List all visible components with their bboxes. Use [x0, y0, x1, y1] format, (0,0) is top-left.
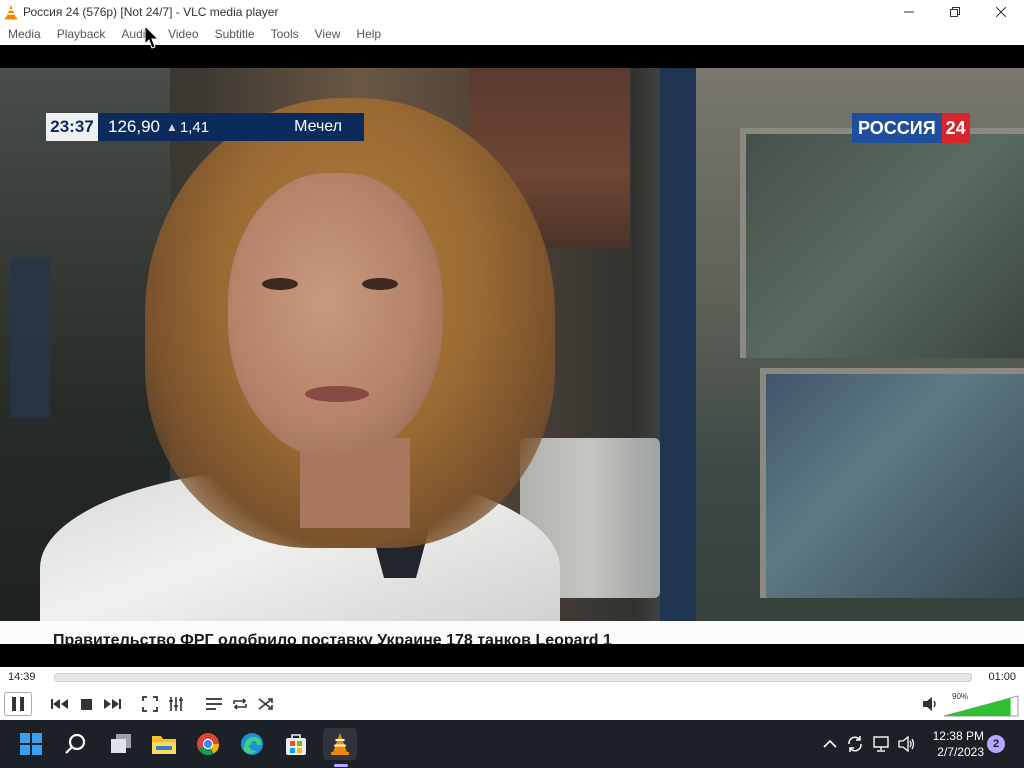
vlc-taskbar-button[interactable] [323, 728, 357, 760]
microsoft-store-button[interactable] [279, 728, 313, 760]
playlist-button[interactable] [202, 692, 226, 716]
search-icon [65, 733, 86, 754]
clock-time: 12:38 PM [932, 729, 984, 743]
volume-tray-button[interactable] [897, 734, 917, 754]
fullscreen-icon [142, 696, 158, 712]
extended-settings-icon [169, 697, 183, 711]
loop-button[interactable] [228, 692, 252, 716]
extended-settings-button[interactable] [164, 692, 188, 716]
close-icon [996, 6, 1006, 17]
menu-video[interactable]: Video [160, 27, 206, 41]
clock-date: 2/7/2023 [937, 745, 984, 759]
ticker-change: 1,41 [179, 118, 210, 136]
mouse-cursor-icon [144, 25, 160, 49]
windows-start-icon [20, 733, 42, 755]
vlc-icon [331, 733, 349, 755]
active-app-indicator [334, 764, 348, 767]
maximize-icon [950, 6, 960, 17]
chrome-icon [197, 733, 220, 756]
playback-controls: 90% [0, 689, 1024, 720]
news-caption-bar: Правительство ФРГ одобрило поставку Укра… [0, 621, 1024, 644]
start-button[interactable] [14, 728, 48, 760]
vlc-icon [5, 4, 17, 19]
search-button[interactable] [59, 728, 93, 760]
cabinet-pane-lower [760, 368, 1024, 598]
pause-button[interactable] [4, 692, 32, 716]
ticker-time: 23:37 [46, 113, 98, 141]
elapsed-time[interactable]: 14:39 [8, 671, 36, 683]
next-button[interactable] [100, 692, 124, 716]
network-icon [873, 736, 889, 752]
microsoft-store-icon [286, 734, 306, 755]
notification-badge[interactable]: 2 [987, 735, 1005, 753]
channel-logo: РОССИЯ 24 [852, 113, 970, 143]
next-icon [104, 699, 121, 709]
background-window [10, 258, 50, 418]
loop-icon [233, 698, 247, 710]
remaining-time[interactable]: 01:00 [988, 671, 1016, 683]
close-button[interactable] [978, 0, 1024, 23]
edge-button[interactable] [235, 728, 269, 760]
ticker-company: Мечел [294, 118, 342, 135]
menu-media[interactable]: Media [0, 27, 49, 41]
person-eye-right [362, 278, 398, 290]
network-tray-button[interactable] [872, 734, 892, 754]
news-caption: Правительство ФРГ одобрило поставку Укра… [53, 632, 612, 644]
seek-slider[interactable] [54, 673, 972, 682]
previous-button[interactable] [48, 692, 72, 716]
chevron-up-icon [823, 739, 837, 748]
edge-icon [241, 733, 263, 755]
menu-view[interactable]: View [307, 27, 349, 41]
pause-icon [12, 697, 24, 711]
video-frame: 23:37 126,90 ▲ 1,41 Мечел РОССИЯ 24 Прав… [0, 68, 1024, 644]
up-arrow-icon: ▲ [166, 120, 178, 134]
shuffle-button[interactable] [254, 692, 278, 716]
mute-button[interactable] [922, 692, 940, 716]
volume-slider[interactable]: 90% [943, 692, 1020, 718]
file-explorer-icon [152, 736, 176, 754]
sync-tray-button[interactable] [845, 734, 865, 754]
minimize-icon [904, 11, 914, 12]
ticker-value: 126,90 [108, 117, 160, 136]
taskbar: 12:38 PM 2/7/2023 2 [0, 720, 1024, 768]
task-view-icon [111, 734, 131, 753]
task-view-button[interactable] [104, 728, 138, 760]
cabinet-pane-upper [740, 128, 1024, 358]
person-eye-left [262, 278, 298, 290]
video-area[interactable]: 23:37 126,90 ▲ 1,41 Мечел РОССИЯ 24 Прав… [0, 45, 1024, 667]
title-bar: Россия 24 (576p) [Not 24/7] - VLC media … [0, 0, 1024, 23]
shuffle-icon [258, 698, 273, 710]
chrome-button[interactable] [191, 728, 225, 760]
logo-text: РОССИЯ [852, 113, 942, 143]
seek-bar-area: 14:39 01:00 [0, 667, 1024, 689]
maximize-button[interactable] [932, 0, 978, 23]
logo-number: 24 [941, 113, 970, 143]
volume-icon [898, 736, 915, 752]
previous-icon [51, 699, 68, 709]
show-hidden-icons-button[interactable] [820, 734, 840, 754]
playlist-icon [206, 698, 222, 710]
stop-button[interactable] [74, 692, 98, 716]
volume-percent: 90% [952, 692, 969, 701]
system-clock[interactable]: 12:38 PM 2/7/2023 [926, 728, 984, 760]
menu-help[interactable]: Help [348, 27, 389, 41]
stop-icon [80, 698, 92, 710]
menu-tools[interactable]: Tools [263, 27, 307, 41]
speaker-icon [923, 697, 936, 711]
person-lips [305, 386, 369, 402]
menu-playback[interactable]: Playback [49, 27, 114, 41]
window-title: Россия 24 (576p) [Not 24/7] - VLC media … [23, 4, 279, 19]
door-frame [660, 68, 696, 644]
minimize-button[interactable] [886, 0, 932, 23]
file-explorer-button[interactable] [147, 728, 181, 760]
fullscreen-button[interactable] [138, 692, 162, 716]
sync-icon [848, 736, 862, 752]
menu-subtitle[interactable]: Subtitle [207, 27, 263, 41]
person-face [228, 173, 443, 458]
stock-ticker: 23:37 126,90 ▲ 1,41 Мечел [46, 113, 364, 141]
